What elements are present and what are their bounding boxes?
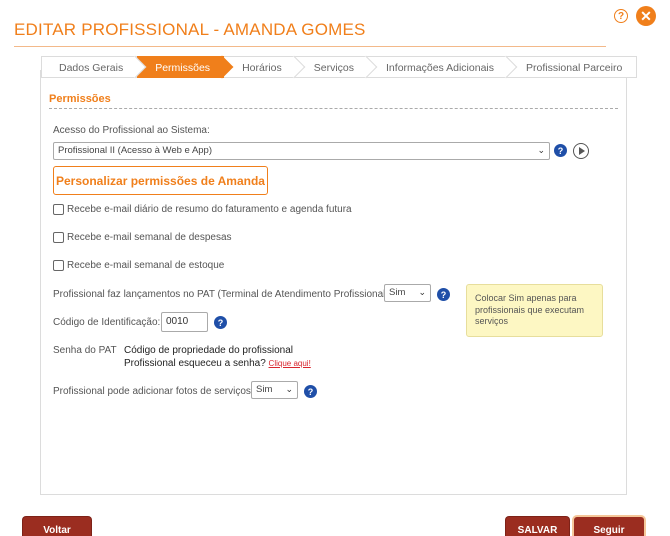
checkbox-row-stock-email: Recebe e-mail semanal de estoque (53, 260, 224, 271)
chevron-down-icon: ⌄ (418, 287, 426, 297)
play-video-icon[interactable] (573, 143, 589, 159)
tab-profissional-parceiro[interactable]: Profissional Parceiro (508, 56, 638, 78)
tab-bar: Dados Gerais Permissões Horários Serviço… (41, 56, 638, 78)
expenses-email-label: Recebe e-mail semanal de despesas (67, 232, 232, 243)
save-button[interactable]: SALVAR (506, 517, 569, 536)
stock-email-label: Recebe e-mail semanal de estoque (67, 260, 225, 271)
section-title: Permissões (49, 93, 111, 105)
help-icon[interactable]: ? (214, 316, 227, 329)
daily-email-checkbox[interactable] (53, 204, 64, 215)
tab-horarios[interactable]: Horários (224, 56, 296, 78)
chevron-down-icon: ⌄ (537, 145, 545, 155)
photos-select[interactable]: Sim ⌄ (251, 381, 298, 399)
pat-password-label: Senha do PAT (53, 345, 117, 356)
customize-permissions-button[interactable]: Personalizar permissões de Amanda (53, 166, 268, 195)
back-button[interactable]: Voltar (23, 517, 91, 536)
pat-select[interactable]: Sim ⌄ (384, 284, 431, 302)
page-title: EDITAR PROFISSIONAL - AMANDA GOMES (14, 20, 366, 39)
next-button[interactable]: Seguir (574, 517, 644, 536)
tab-dados-gerais[interactable]: Dados Gerais (41, 56, 138, 78)
checkbox-row-daily-email: Recebe e-mail diário de resumo do fatura… (53, 204, 352, 215)
access-select-value: Profissional II (Acesso à Web e App) (58, 145, 213, 156)
pat-label: Profissional faz lançamentos no PAT (Ter… (53, 289, 392, 300)
forgot-password-row: Profissional esqueceu a senha? Clique aq… (124, 358, 311, 369)
help-icon[interactable]: ? (304, 385, 317, 398)
stock-email-checkbox[interactable] (53, 260, 64, 271)
photos-label: Profissional pode adicionar fotos de ser… (53, 386, 254, 397)
checkbox-row-expenses-email: Recebe e-mail semanal de despesas (53, 232, 232, 243)
tab-informacoes-adicionais[interactable]: Informações Adicionais (368, 56, 508, 78)
id-code-label: Código de Identificação: (53, 317, 161, 328)
edit-professional-dialog: ? ✕ EDITAR PROFISSIONAL - AMANDA GOMES D… (0, 0, 670, 536)
pat-password-owner-text: Código de propriedade do profissional (124, 345, 294, 356)
expenses-email-checkbox[interactable] (53, 232, 64, 243)
access-select[interactable]: Profissional II (Acesso à Web e App) ⌄ (53, 142, 550, 160)
forgot-password-text: Profissional esqueceu a senha? (124, 358, 266, 369)
photos-select-value: Sim (256, 384, 273, 395)
section-divider (49, 108, 618, 109)
tab-permissoes[interactable]: Permissões (137, 56, 225, 78)
access-label: Acesso do Profissional ao Sistema: (53, 125, 210, 136)
click-here-link[interactable]: Clique aqui! (269, 359, 311, 368)
daily-email-label: Recebe e-mail diário de resumo do fatura… (67, 204, 352, 215)
question-circle-icon[interactable]: ? (614, 9, 628, 23)
close-icon[interactable]: ✕ (636, 6, 656, 26)
pat-info-note: Colocar Sim apenas para profissionais qu… (466, 284, 603, 337)
chevron-down-icon: ⌄ (285, 384, 293, 394)
id-code-input[interactable]: 0010 (161, 312, 208, 332)
title-divider (14, 46, 606, 47)
pat-select-value: Sim (389, 287, 406, 298)
help-icon[interactable]: ? (437, 288, 450, 301)
top-icons: ? ✕ (614, 6, 656, 26)
tab-servicos[interactable]: Serviços (295, 56, 369, 78)
help-icon[interactable]: ? (554, 144, 567, 157)
